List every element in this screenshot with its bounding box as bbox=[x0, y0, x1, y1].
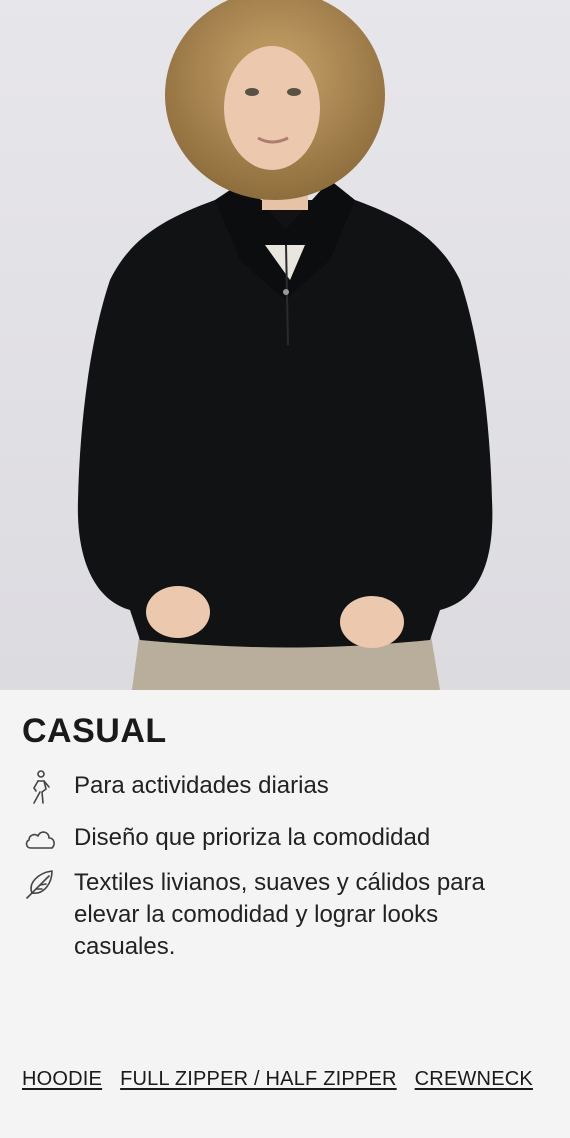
subcategory-links: HOODIE FULL ZIPPER / HALF ZIPPER CREWNEC… bbox=[22, 1068, 533, 1091]
category-title: CASUAL bbox=[22, 712, 167, 750]
category-info-panel: CASUAL Para actividades diarias Diseño q… bbox=[0, 690, 570, 1138]
walking-person-icon bbox=[22, 770, 58, 806]
link-crewneck[interactable]: CREWNECK bbox=[415, 1068, 533, 1091]
cloud-icon bbox=[22, 822, 58, 858]
feature-text: Textiles livianos, suaves y cálidos para… bbox=[74, 869, 485, 960]
model-illustration bbox=[77, 0, 493, 690]
link-hoodie[interactable]: HOODIE bbox=[22, 1068, 102, 1091]
feather-icon bbox=[22, 867, 58, 903]
feature-text: Para actividades diarias bbox=[74, 772, 329, 799]
feature-text: Diseño que prioriza la comodidad bbox=[74, 824, 431, 851]
link-full-half-zipper[interactable]: FULL ZIPPER / HALF ZIPPER bbox=[120, 1068, 397, 1091]
product-hero-image bbox=[0, 0, 570, 690]
